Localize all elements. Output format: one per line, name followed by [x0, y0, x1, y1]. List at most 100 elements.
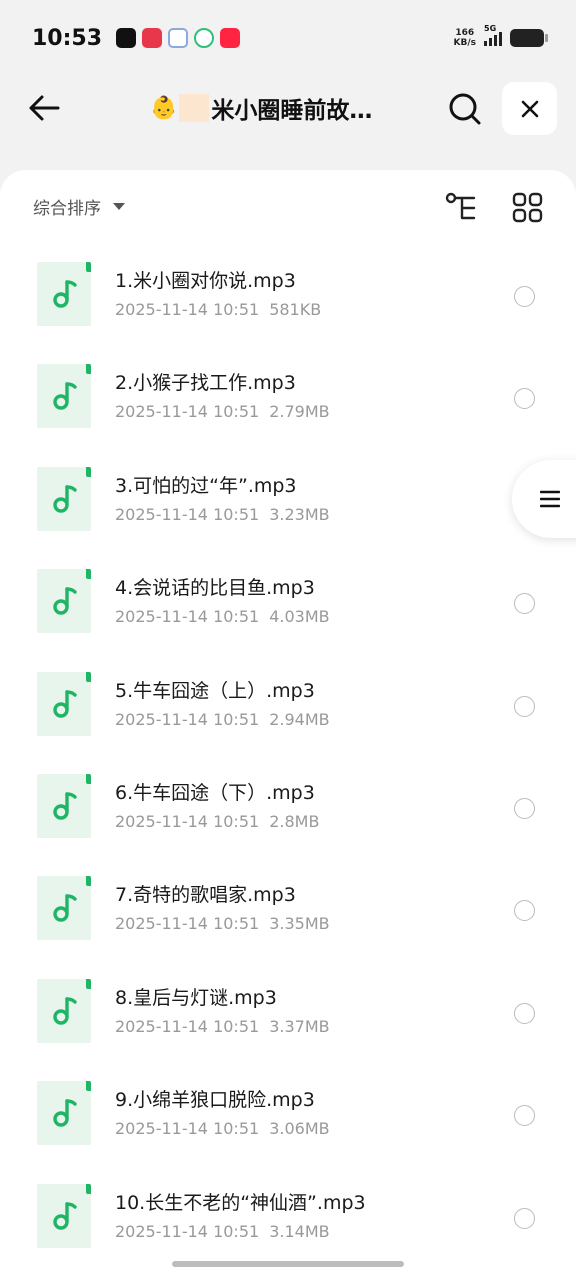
- audio-file-icon: [37, 1183, 91, 1248]
- file-row[interactable]: 1.米小圈对你说.mp3 2025-11-14 10:51 581KB: [0, 250, 576, 352]
- file-size: 3.23MB: [269, 504, 330, 524]
- app-red-icon: [142, 28, 163, 48]
- select-radio[interactable]: [514, 797, 535, 819]
- file-meta: 2025-11-14 10:51 3.35MB: [115, 914, 330, 933]
- app-cluster-icon: [168, 28, 189, 48]
- file-date: 2025-11-14 10:51: [115, 1016, 260, 1036]
- music-note-icon: [53, 485, 77, 513]
- emoji-placeholder-icon: [179, 94, 210, 122]
- file-name: 9.小绵羊狼口脱险.mp3: [115, 1089, 315, 1112]
- tree-view-button[interactable]: [444, 190, 480, 226]
- file-size: 581KB: [269, 300, 322, 319]
- file-name: 5.牛车囧途（上）.mp3: [115, 679, 315, 702]
- net-speed-value: 166: [455, 28, 475, 38]
- file-name: 10.长生不老的“神仙酒”.mp3: [115, 1191, 366, 1214]
- xiaohongshu-icon: [220, 28, 241, 48]
- file-name: 8.皇后与灯谜.mp3: [115, 986, 277, 1009]
- file-name: 3.可怕的过“年”.mp3: [115, 474, 297, 497]
- file-row[interactable]: 10.长生不老的“神仙酒”.mp3 2025-11-14 10:51 3.14MB: [0, 1172, 576, 1274]
- title-text: 米小圈睡前故…: [211, 98, 373, 124]
- music-note-icon: [53, 280, 77, 308]
- close-button[interactable]: [502, 82, 557, 135]
- file-date: 2025-11-14 10:51: [115, 607, 260, 627]
- file-size: 3.14MB: [269, 1221, 330, 1241]
- file-date: 2025-11-14 10:51: [115, 300, 260, 319]
- select-radio[interactable]: [514, 1105, 535, 1127]
- file-size: 4.03MB: [269, 607, 330, 627]
- audio-file-icon: [37, 466, 91, 531]
- audio-file-icon: [37, 773, 91, 838]
- file-name: 7.奇特的歌唱家.mp3: [115, 884, 296, 907]
- file-size: 2.8MB: [269, 811, 320, 831]
- file-meta: 2025-11-14 10:51 2.79MB: [115, 402, 330, 421]
- tree-view-icon: [445, 192, 476, 220]
- music-note-icon: [53, 1201, 77, 1230]
- audio-file-icon: [37, 569, 91, 634]
- file-meta: 2025-11-14 10:51 3.14MB: [115, 1222, 330, 1241]
- search-button[interactable]: [444, 88, 486, 130]
- audio-file-icon: [37, 671, 91, 736]
- file-date: 2025-11-14 10:51: [115, 914, 260, 934]
- back-button[interactable]: [24, 88, 64, 128]
- file-size: 2.94MB: [269, 709, 330, 729]
- caret-down-icon: [113, 203, 125, 210]
- file-date: 2025-11-14 10:51: [115, 709, 260, 729]
- file-date: 2025-11-14 10:51: [115, 504, 260, 524]
- sort-label: 综合排序: [33, 199, 101, 219]
- file-list: 1.米小圈对你说.mp3 2025-11-14 10:51 581KB 2.小猴子…: [0, 250, 576, 1274]
- tiktok-icon: [116, 28, 137, 48]
- file-list-panel: 综合排序 1.米小圈对你说.mp3 2025-11-14 10:51 581KB: [0, 170, 576, 1280]
- select-radio[interactable]: [514, 388, 535, 410]
- file-meta: 2025-11-14 10:51 3.23MB: [115, 505, 330, 524]
- page-title: 👶 米小圈睡前故…: [150, 90, 430, 126]
- file-row[interactable]: 6.牛车囧途（下）.mp3 2025-11-14 10:51 2.8MB: [0, 762, 576, 864]
- audio-file-icon: [37, 1081, 91, 1146]
- file-size: 2.79MB: [269, 402, 330, 422]
- file-row[interactable]: 4.会说话的比目鱼.mp3 2025-11-14 10:51 4.03MB: [0, 557, 576, 659]
- file-meta: 2025-11-14 10:51 3.37MB: [115, 1017, 330, 1036]
- audio-file-icon: [37, 364, 91, 429]
- file-size: 3.06MB: [269, 1119, 330, 1139]
- select-radio[interactable]: [514, 1002, 535, 1024]
- music-note-icon: [53, 894, 77, 923]
- sort-dropdown[interactable]: 综合排序: [33, 194, 125, 219]
- music-note-icon: [53, 997, 77, 1025]
- file-meta: 2025-11-14 10:51 2.8MB: [115, 812, 319, 831]
- file-meta: 2025-11-14 10:51 4.03MB: [115, 607, 330, 626]
- baby-emoji: 👶: [150, 95, 178, 121]
- select-radio[interactable]: [514, 286, 535, 307]
- file-row[interactable]: 9.小绵羊狼口脱险.mp3 2025-11-14 10:51 3.06MB: [0, 1069, 576, 1171]
- file-name: 4.会说话的比目鱼.mp3: [115, 577, 315, 600]
- file-row[interactable]: 5.牛车囧途（上）.mp3 2025-11-14 10:51 2.94MB: [0, 660, 576, 762]
- file-size: 3.35MB: [269, 914, 330, 934]
- status-time: 10:53: [32, 25, 103, 51]
- header: 👶 米小圈睡前故…: [0, 76, 576, 166]
- file-date: 2025-11-14 10:51: [115, 811, 260, 831]
- file-name: 6.牛车囧途（下）.mp3: [115, 781, 315, 804]
- file-row[interactable]: 2.小猴子找工作.mp3 2025-11-14 10:51 2.79MB: [0, 352, 576, 454]
- music-note-icon: [53, 792, 77, 820]
- net-speed: 166 KB/s: [454, 28, 476, 48]
- select-radio[interactable]: [514, 900, 535, 922]
- file-row[interactable]: 3.可怕的过“年”.mp3 2025-11-14 10:51 3.23MB: [0, 455, 576, 557]
- net-speed-unit: KB/s: [453, 38, 476, 48]
- home-indicator[interactable]: [172, 1261, 404, 1267]
- file-row[interactable]: 8.皇后与灯谜.mp3 2025-11-14 10:51 3.37MB: [0, 967, 576, 1069]
- status-bar: 10:53 166 KB/s 5G: [0, 0, 576, 76]
- file-meta: 2025-11-14 10:51 581KB: [115, 300, 321, 319]
- file-row[interactable]: 7.奇特的歌唱家.mp3 2025-11-14 10:51 3.35MB: [0, 864, 576, 966]
- select-radio[interactable]: [514, 1207, 535, 1229]
- network-type: 5G: [484, 24, 497, 33]
- music-note-icon: [53, 1099, 77, 1127]
- select-radio[interactable]: [514, 593, 535, 615]
- close-icon: [521, 100, 538, 117]
- file-name: 1.米小圈对你说.mp3: [115, 270, 296, 292]
- select-radio[interactable]: [514, 695, 535, 717]
- music-note-icon: [53, 587, 77, 615]
- battery-icon: [510, 29, 548, 47]
- file-meta: 2025-11-14 10:51 3.06MB: [115, 1119, 330, 1138]
- file-meta: 2025-11-14 10:51 2.94MB: [115, 710, 330, 729]
- grid-view-button[interactable]: [510, 190, 546, 226]
- menu-icon: [540, 490, 560, 508]
- file-size: 3.37MB: [269, 1016, 330, 1036]
